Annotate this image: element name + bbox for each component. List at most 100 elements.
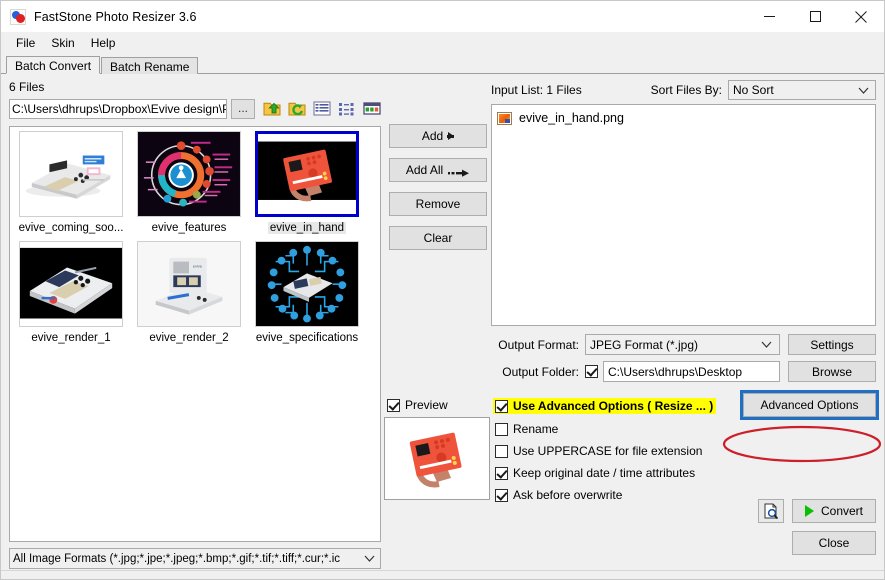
clear-button[interactable]: Clear (389, 226, 487, 250)
image-file-icon (497, 111, 512, 125)
convert-button-label: Convert (820, 504, 864, 518)
output-format-label: Output Format: (498, 337, 579, 352)
convert-button[interactable]: Convert (792, 499, 876, 523)
path-row: C:\Users\dhrups\Dropbox\Evive design\Pre… (9, 98, 381, 119)
output-format-row: Output Format: JPEG Format (*.jpg) Setti… (491, 334, 876, 355)
ask-before-overwrite-row[interactable]: Ask before overwrite (495, 488, 716, 502)
details-view-icon[interactable] (338, 100, 356, 117)
list-view-icon[interactable] (313, 100, 331, 117)
rename-checkbox[interactable] (495, 422, 508, 436)
use-advanced-options-row[interactable]: Use Advanced Options ( Resize ... ) (493, 398, 717, 414)
close-icon[interactable] (838, 1, 884, 32)
thumbnail-image (19, 131, 123, 217)
browser-toolbar (263, 100, 381, 117)
tab-batch-convert[interactable]: Batch Convert (6, 56, 101, 74)
output-folder-input[interactable]: C:\Users\dhrups\Desktop (603, 361, 780, 382)
add-all-button-label: Add All (405, 163, 444, 177)
file-browser-panel: 6 Files C:\Users\dhrups\Dropbox\Evive de… (9, 80, 381, 569)
application-window: FastStone Photo Resizer 3.6 File Skin He… (0, 0, 885, 580)
thumbnail-view-icon[interactable] (363, 100, 381, 117)
list-item[interactable]: evive_in_hand.png (497, 109, 875, 127)
thumbnail-item[interactable]: evive_features (134, 131, 244, 237)
clear-button-label: Clear (423, 231, 453, 245)
chevron-down-icon (761, 341, 772, 348)
thumbnail-image (255, 131, 359, 217)
options-checkbox-list: Use Advanced Options ( Resize ... ) Rena… (493, 398, 717, 502)
add-all-button[interactable]: Add All (389, 158, 487, 182)
arrow-right-icon (447, 132, 455, 140)
minimize-icon[interactable] (746, 1, 792, 32)
tab-batch-rename[interactable]: Batch Rename (101, 57, 199, 74)
ask-before-overwrite-label: Ask before overwrite (513, 488, 623, 502)
thumbnail-grid: evive_coming_soo... evive_features evive… (10, 127, 380, 348)
uppercase-extension-label: Use UPPERCASE for file extension (513, 444, 703, 458)
chevron-down-icon (364, 555, 375, 562)
thumbnail-item[interactable]: evive evive_render_2 (134, 241, 244, 344)
input-file-list[interactable]: evive_in_hand.png (491, 104, 876, 326)
thumbnail-browser[interactable]: evive_coming_soo... evive_features evive… (9, 126, 381, 542)
thumbnail-item[interactable]: evive_specifications (252, 241, 362, 344)
thumbnail-image (255, 241, 359, 327)
use-advanced-options-label: Use Advanced Options ( Resize ... ) (513, 399, 714, 413)
menu-bar: File Skin Help (1, 32, 884, 54)
output-panel: Input List: 1 Files Sort Files By: No So… (384, 80, 879, 569)
preview-checkbox[interactable] (387, 398, 400, 412)
sort-files-by-value: No Sort (733, 83, 774, 97)
thumbnail-image (137, 131, 241, 217)
thumbnail-item[interactable]: evive_render_1 (16, 241, 126, 344)
title-bar: FastStone Photo Resizer 3.6 (1, 1, 884, 32)
thumbnail-item-selected[interactable]: evive_in_hand (252, 131, 362, 237)
remove-button-label: Remove (415, 197, 461, 211)
browse-folder-button[interactable]: ... (231, 98, 255, 119)
uppercase-extension-row[interactable]: Use UPPERCASE for file extension (495, 444, 716, 458)
advanced-options-button[interactable]: Advanced Options (740, 390, 879, 420)
folder-path-input[interactable]: C:\Users\dhrups\Dropbox\Evive design\Pre (9, 98, 227, 119)
svg-text:evive: evive (193, 263, 202, 268)
menu-skin[interactable]: Skin (43, 34, 82, 52)
browse-button[interactable]: Browse (788, 361, 876, 382)
add-button[interactable]: Add (389, 124, 487, 148)
files-count-label: 6 Files (9, 80, 45, 94)
format-filter-select[interactable]: All Image Formats (*.jpg;*.jpe;*.jpeg;*.… (9, 548, 381, 569)
ask-before-overwrite-checkbox[interactable] (495, 488, 508, 502)
thumbnail-label: evive_specifications (255, 332, 359, 344)
remove-button[interactable]: Remove (389, 192, 487, 216)
rename-row[interactable]: Rename (495, 422, 716, 436)
input-list-count-label: Input List: 1 Files (491, 83, 582, 97)
transfer-buttons: Add Add All Remove Clear (389, 124, 487, 260)
preview-checkbox-row[interactable]: Preview (387, 398, 448, 412)
thumbnail-item[interactable]: evive_coming_soo... (16, 131, 126, 237)
output-format-value: JPEG Format (*.jpg) (590, 337, 699, 352)
output-folder-label: Output Folder: (502, 364, 579, 379)
up-folder-icon[interactable] (263, 100, 281, 117)
thumbnail-label: evive_render_2 (149, 332, 229, 344)
menu-help[interactable]: Help (83, 34, 124, 52)
refresh-folder-icon[interactable] (288, 100, 306, 117)
thumbnail-label: evive_render_1 (31, 332, 111, 344)
sort-files-by-label: Sort Files By: (650, 83, 722, 97)
close-button[interactable]: Close (792, 531, 876, 555)
status-bar (1, 570, 884, 579)
output-folder-checkbox[interactable] (585, 365, 598, 378)
menu-file[interactable]: File (8, 34, 43, 52)
preview-label: Preview (405, 398, 448, 412)
chevron-down-icon (858, 87, 869, 94)
rename-label: Rename (513, 422, 559, 436)
main-content: 6 Files C:\Users\dhrups\Dropbox\Evive de… (1, 74, 884, 579)
uppercase-extension-checkbox[interactable] (495, 444, 508, 458)
arrow-right-double-icon (448, 166, 470, 177)
keep-date-attributes-label: Keep original date / time attributes (513, 466, 696, 480)
thumbnail-label: evive_features (151, 222, 227, 234)
window-title: FastStone Photo Resizer 3.6 (34, 9, 197, 24)
settings-button[interactable]: Settings (788, 334, 876, 355)
thumbnail-label: evive_coming_soo... (18, 222, 124, 234)
output-format-select[interactable]: JPEG Format (*.jpg) (585, 334, 780, 355)
maximize-icon[interactable] (792, 1, 838, 32)
sort-files-by-select[interactable]: No Sort (728, 80, 876, 100)
window-controls (746, 1, 884, 32)
thumbnail-label: evive_in_hand (267, 222, 347, 234)
preview-magnifier-icon[interactable] (758, 499, 784, 523)
keep-date-attributes-row[interactable]: Keep original date / time attributes (495, 466, 716, 480)
use-advanced-options-checkbox[interactable] (495, 399, 508, 413)
keep-date-attributes-checkbox[interactable] (495, 466, 508, 480)
